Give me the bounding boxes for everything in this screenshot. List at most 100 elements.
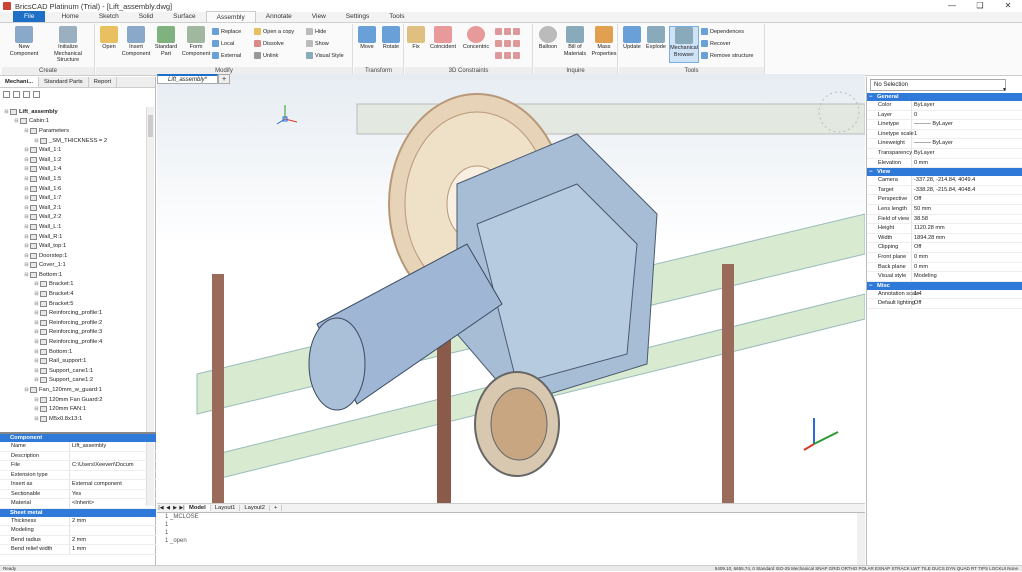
tree-expander-icon[interactable]: ⊟ [24, 234, 29, 240]
property-row[interactable]: Lens length 50 mm [867, 204, 1022, 215]
property-value[interactable]: ——— ByLayer [912, 120, 1022, 129]
explode-button[interactable]: Explode [644, 26, 668, 51]
collapse-icon[interactable] [13, 90, 20, 98]
tree-expander-icon[interactable]: ⊟ [34, 358, 39, 364]
tree-node[interactable]: ⊟ Bottom:1 [0, 347, 146, 357]
property-row[interactable]: Perspective Off [867, 195, 1022, 205]
init-mechanical-button[interactable]: Initialize Mechanical Structure [44, 26, 92, 64]
fix-button[interactable]: Fix [407, 26, 425, 51]
tree-expander-icon[interactable]: ⊟ [24, 176, 29, 182]
tree-node[interactable]: ⊟ Support_cane1:1 [0, 366, 146, 376]
local-button[interactable]: Local [212, 39, 234, 48]
concentric-button[interactable]: Concentric [460, 26, 492, 51]
section-header[interactable]: − General [867, 93, 1022, 101]
property-row[interactable]: Camera -337.28, -214.84, 4049.4 [867, 176, 1022, 186]
property-value[interactable] [70, 526, 156, 535]
selection-dropdown[interactable]: No Selection ▼ [870, 79, 1007, 93]
unlink-button[interactable]: Unlink [254, 51, 278, 60]
minimize-button[interactable]: — [938, 0, 966, 12]
close-button[interactable]: ✕ [994, 0, 1022, 12]
tree-expander-icon[interactable]: ⊟ [34, 368, 39, 374]
visual-style-button[interactable]: Visual Style [306, 51, 344, 60]
property-row[interactable]: Color ByLayer [867, 101, 1022, 111]
tree-node[interactable]: ⊟ Wall_1:7 [0, 193, 146, 203]
property-value[interactable]: 1894.28 mm [912, 234, 1022, 243]
property-value[interactable]: Yes [70, 490, 156, 499]
property-value[interactable]: 2 mm [70, 536, 156, 545]
property-value[interactable]: 1120.28 mm [912, 224, 1022, 233]
tree-expander-icon[interactable]: ⊟ [34, 301, 39, 307]
section-header[interactable]: − View [867, 168, 1022, 177]
tree-expander-icon[interactable]: ⊟ [34, 281, 39, 287]
property-row[interactable]: Elevation 0 mm [867, 158, 1022, 169]
property-value[interactable]: 0 mm [912, 263, 1022, 272]
property-row[interactable]: Height 1120.28 mm [867, 224, 1022, 234]
property-value[interactable] [70, 452, 156, 461]
doc-tab-lift-assembly[interactable]: Lift_assembly* [157, 74, 219, 84]
section-header[interactable]: − Misc [867, 281, 1022, 290]
property-value[interactable]: 0 mm [912, 253, 1022, 262]
tree-node[interactable]: ⊟ Cover_1:1 [0, 261, 146, 271]
property-value[interactable]: 1 [912, 130, 1022, 139]
add-layout-button[interactable]: + [270, 505, 283, 511]
tree-expander-icon[interactable]: ⊟ [24, 253, 29, 259]
tree-node[interactable]: ⊟ Bottom:1 [0, 270, 146, 280]
tab-annotate[interactable]: Annotate [256, 11, 302, 22]
property-row[interactable]: Insert as External component [0, 480, 156, 490]
dissolve-button[interactable]: Dissolve [254, 39, 284, 48]
property-row[interactable]: Modeling [0, 526, 156, 536]
constraint-parallel-button[interactable] [495, 27, 522, 36]
property-row[interactable]: Bend relief width 1 mm [0, 545, 156, 555]
tree-expander-icon[interactable]: ⊟ [34, 416, 39, 422]
tree-node[interactable]: ⊟ Bracket:1 [0, 280, 146, 290]
tree-expander-icon[interactable]: ⊟ [24, 195, 29, 201]
tree-node[interactable]: ⊟ Reinforcing_profile:4 [0, 337, 146, 347]
tree-expander-icon[interactable]: ⊟ [24, 147, 29, 153]
tree-node[interactable]: ⊟ Cabin:1 [0, 117, 146, 127]
tree-expander-icon[interactable]: ⊟ [24, 243, 29, 249]
settings-icon[interactable] [33, 90, 40, 98]
prev-layout-icon[interactable]: ◀ [165, 505, 171, 511]
coincident-button[interactable]: Coincident [427, 26, 459, 51]
tree-node[interactable]: ⊟ Bracket:4 [0, 289, 146, 299]
tab-standard-parts[interactable]: Standard Parts [39, 77, 89, 87]
tree-node[interactable]: ⊟ Wall_top:1 [0, 241, 146, 251]
property-row[interactable]: Back plane 0 mm [867, 262, 1022, 273]
lift-assembly-model[interactable] [157, 74, 865, 503]
tab-settings[interactable]: Settings [336, 11, 380, 22]
bill-of-materials-button[interactable]: Bill of Materials [561, 26, 589, 57]
constraint-rigid-button[interactable] [495, 51, 522, 60]
rotate-button[interactable]: Rotate [379, 26, 403, 51]
tree-node[interactable]: ⊟ Wall_2:2 [0, 213, 146, 223]
tree-node[interactable]: ⊟ Wall_1:1 [0, 145, 146, 155]
move-button[interactable]: Move [356, 26, 378, 51]
tree-node[interactable]: ⊟ Wall_R:1 [0, 232, 146, 242]
tab-view[interactable]: View [302, 11, 336, 22]
tree-node[interactable]: ⊟ Bracket:5 [0, 299, 146, 309]
mechanical-browser-button[interactable]: Mechanical Browser [669, 26, 699, 63]
property-value[interactable]: -338.28, -215.84, 4048.4 [912, 186, 1022, 195]
open-copy-button[interactable]: Open a copy [254, 27, 294, 36]
tab-file[interactable]: File [13, 11, 46, 22]
tree-expander-icon[interactable]: ⊟ [4, 109, 9, 115]
property-row[interactable]: Name Lift_assembly [0, 442, 156, 452]
new-component-button[interactable]: New Component [5, 26, 43, 57]
tree-expander-icon[interactable]: ⊟ [34, 406, 39, 412]
property-row[interactable]: File C:\Users\Xeeveri\Docum [0, 461, 156, 471]
tab-solid[interactable]: Solid [129, 11, 163, 22]
tree-expander-icon[interactable]: ⊟ [24, 186, 29, 192]
form-component-button[interactable]: Form Component [181, 26, 211, 57]
property-value[interactable]: 38.58 [912, 215, 1022, 224]
standard-part-button[interactable]: Standard Part [153, 26, 179, 57]
property-value[interactable]: Modeling [912, 272, 1022, 281]
property-row[interactable]: Annotation scale 1:4 [867, 289, 1022, 300]
tab-tools[interactable]: Tools [379, 11, 414, 22]
tree-node[interactable]: ⊟ Support_cane1:2 [0, 376, 146, 386]
tree-node[interactable]: ⊟ Wall_1:5 [0, 174, 146, 184]
property-row[interactable]: Linetype ——— ByLayer [867, 120, 1022, 130]
property-value[interactable]: C:\Users\Xeeveri\Docum [70, 461, 156, 470]
command-line[interactable]: 1 _MCLOSE 1 1 1 _open [157, 512, 865, 566]
property-row[interactable]: Linetype scale 1 [867, 129, 1022, 140]
tree-expander-icon[interactable]: ⊟ [34, 138, 39, 144]
tab-layout1[interactable]: Layout1 [211, 505, 241, 511]
